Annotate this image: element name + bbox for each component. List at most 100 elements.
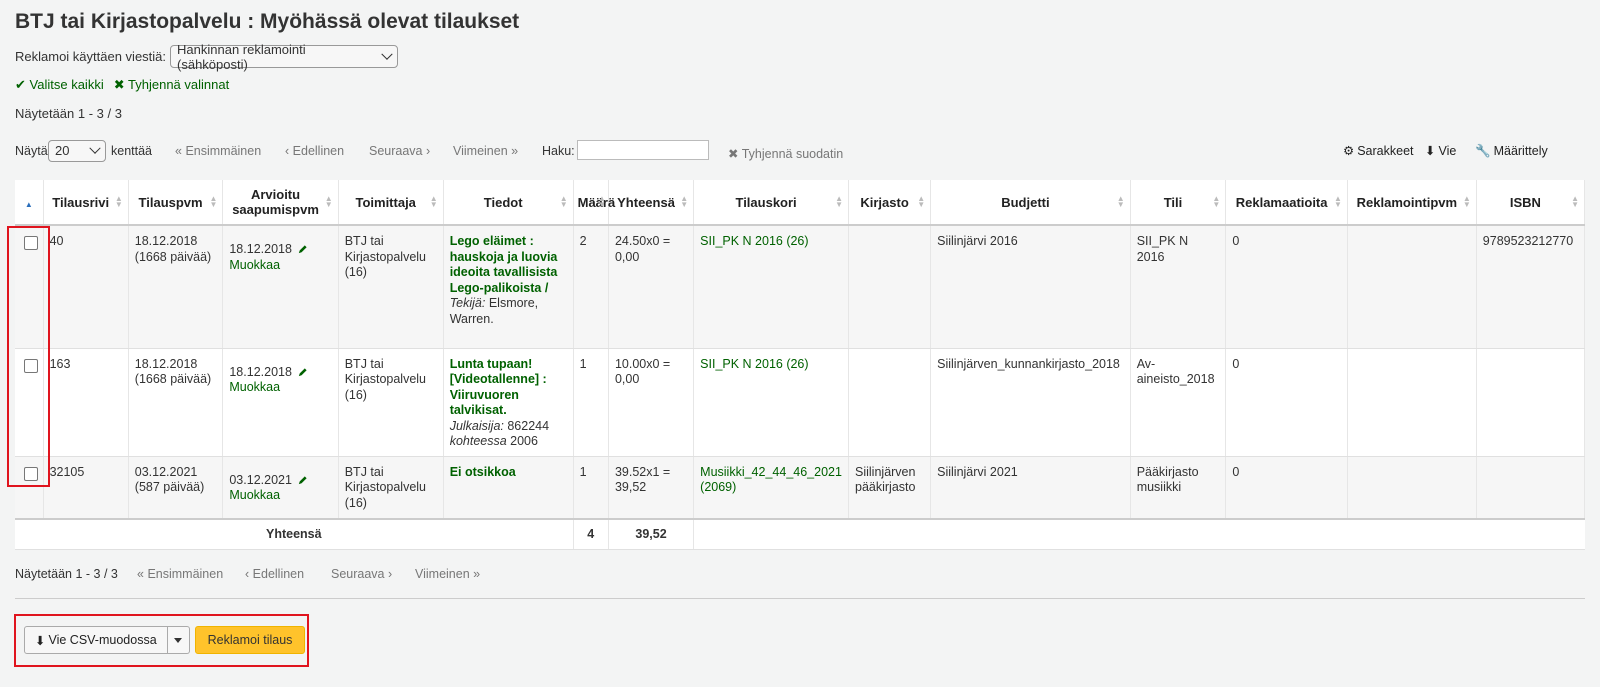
- details-cell: Ei otsikkoa: [443, 456, 574, 520]
- column-label: Tilauskori: [735, 194, 797, 210]
- select-all-link[interactable]: ✔ Valitse kaikki: [15, 77, 104, 93]
- column-label: Yhteensä: [617, 194, 675, 210]
- estimated-cell: 18.12.2018 Muokkaa: [222, 348, 339, 457]
- actions-highlight: [14, 614, 309, 667]
- pagination-first[interactable]: « Ensimmäinen: [175, 140, 261, 162]
- column-header[interactable]: Toimittaja ▲ ▼: [338, 180, 444, 226]
- claim-letter-value: Hankinnan reklamointi (sähköposti): [177, 41, 306, 72]
- author-label: Tekijä:: [449, 296, 486, 310]
- column-header[interactable]: Tilauskori ▲ ▼: [693, 180, 850, 226]
- vendor-cell: BTJ tai Kirjastopalvelu (16): [338, 456, 444, 520]
- column-header[interactable]: Budjetti ▲ ▼: [930, 180, 1131, 226]
- estimated-cell: 18.12.2018 Muokkaa: [222, 225, 339, 349]
- library-cell: Siilinjärven pääkirjasto: [848, 456, 932, 520]
- sort-icon: ▲ ▼: [1212, 194, 1221, 209]
- clear-filter-button[interactable]: ✖ Tyhjennä suodatin: [728, 143, 843, 165]
- footer-row: Yhteensä 4 39,52: [15, 518, 1585, 550]
- edit-estimated-link[interactable]: Muokkaa: [229, 258, 280, 272]
- page-title: BTJ tai Kirjastopalvelu : Myöhässä oleva…: [15, 10, 520, 33]
- title-link[interactable]: Lego eläimet : hauskoja ja luovia ideoit…: [450, 234, 558, 295]
- quantity-cell: 2: [573, 225, 609, 349]
- basket-link[interactable]: SII_PK N 2016 (26): [700, 234, 808, 248]
- pagination-next[interactable]: Seuraava ›: [331, 565, 392, 583]
- order-age: (587 päivää): [134, 480, 205, 494]
- table-row: 163 18.12.2018 (1668 päivää) 18.12.2018 M…: [15, 348, 1586, 457]
- basket-link[interactable]: SII_PK N 2016 (26): [700, 357, 808, 371]
- column-header[interactable]: Tilausrivi ▲ ▼: [43, 180, 129, 226]
- gear-icon: ⚙: [1343, 144, 1355, 158]
- isbn-cell: [1476, 348, 1586, 457]
- double-chevron-left-icon: «: [137, 567, 144, 581]
- select-column-header[interactable]: ▲: [15, 180, 44, 226]
- basket-link[interactable]: Musiikki_42_44_46_2021 (2069): [700, 465, 842, 495]
- pencil-icon[interactable]: [297, 475, 308, 486]
- pencil-icon[interactable]: [297, 244, 308, 255]
- basket-cell: SII_PK N 2016 (26): [693, 225, 850, 349]
- total-cell: 39.52x1 = 39,52: [608, 456, 695, 520]
- pagination-previous[interactable]: ‹ Edellinen: [285, 140, 344, 162]
- vendor-cell: BTJ tai Kirjastopalvelu (16): [338, 348, 444, 457]
- orderdate: 03.12.2021: [134, 464, 198, 479]
- header-row: ▲ Tilausrivi ▲ ▼ Tilauspvm ▲ ▼ Arvioitu saap…: [15, 180, 1586, 226]
- claim-letter-label: Reklamoi käyttäen viestiä:: [15, 49, 167, 64]
- pagination-previous[interactable]: ‹ Edellinen: [245, 565, 304, 583]
- download-icon: ⬇: [1425, 144, 1436, 158]
- title-link[interactable]: Lunta tupaan! [Videotallenne] : Viiruvuo…: [450, 357, 547, 418]
- table-toolbar: Näytä 20 kenttää « Ensimmäinen ‹ Edellin…: [15, 140, 1585, 166]
- quantity-cell: 1: [573, 348, 609, 457]
- sort-icon: ▲ ▼: [559, 194, 568, 209]
- place-value: 2006: [506, 434, 538, 448]
- column-header[interactable]: Kirjasto ▲ ▼: [848, 180, 932, 226]
- column-header[interactable]: Yhteensä ▲ ▼: [608, 180, 695, 226]
- check-icon: ✔: [15, 77, 26, 92]
- orderdate-cell: 03.12.2021 (587 päivää): [128, 456, 224, 520]
- columns-label: Sarakkeet: [1357, 144, 1414, 158]
- column-header[interactable]: Tiedot ▲ ▼: [443, 180, 574, 226]
- sort-icon: ▲ ▼: [1462, 194, 1471, 209]
- edit-estimated-link[interactable]: Muokkaa: [229, 380, 280, 394]
- clear-all-link[interactable]: ✖ Tyhjennä valinnat: [114, 77, 229, 93]
- export-button[interactable]: ⬇ Vie: [1425, 140, 1456, 162]
- claim-letter-select[interactable]: Hankinnan reklamointi (sähköposti): [170, 42, 399, 72]
- column-header[interactable]: Tili ▲ ▼: [1130, 180, 1227, 226]
- pagination-last[interactable]: Viimeinen »: [415, 565, 480, 583]
- pencil-icon[interactable]: [297, 367, 308, 378]
- footer-total: 39,52: [608, 518, 695, 550]
- column-header[interactable]: Arvioitu saapumispvm ▲ ▼: [222, 180, 339, 226]
- quantity-cell: 1: [573, 456, 609, 520]
- table-row: 40 18.12.2018 (1668 päivää) 18.12.2018 Mu…: [15, 225, 1586, 349]
- basket-cell: Musiikki_42_44_46_2021 (2069): [693, 456, 850, 520]
- column-header[interactable]: Tilauspvm ▲ ▼: [128, 180, 224, 226]
- column-header[interactable]: Määrä ▲ ▼: [573, 180, 615, 226]
- column-header[interactable]: Reklamointipvm ▲ ▼: [1347, 180, 1477, 226]
- pagination-next[interactable]: Seuraava ›: [369, 140, 430, 162]
- total-cell: 24.50x0 = 0,00: [608, 225, 695, 349]
- pagination-first[interactable]: « Ensimmäinen: [137, 565, 223, 583]
- page-size-value: 20: [55, 143, 70, 158]
- configure-button[interactable]: 🔧 Määrittely: [1475, 140, 1548, 162]
- total-cell: 10.00x0 = 0,00: [608, 348, 695, 457]
- edit-estimated-link[interactable]: Muokkaa: [229, 488, 280, 502]
- details-cell: Lunta tupaan! [Videotallenne] : Viiruvuo…: [443, 348, 574, 457]
- column-header[interactable]: Reklamaatioita ▲ ▼: [1225, 180, 1348, 226]
- vendor-cell: BTJ tai Kirjastopalvelu (16): [338, 225, 444, 349]
- publisher-label: Julkaisija:: [449, 418, 504, 433]
- fund-cell: Av-aineisto_2018: [1130, 348, 1227, 457]
- column-header[interactable]: ISBN ▲ ▼: [1476, 180, 1586, 226]
- claimdate-cell: [1347, 348, 1477, 457]
- sort-icon: ▲ ▼: [114, 194, 123, 209]
- export-label: Vie: [1438, 144, 1457, 158]
- pagination-first-label: Ensimmäinen: [185, 144, 262, 158]
- title-link[interactable]: Ei otsikkoa: [450, 465, 516, 479]
- close-icon: ✖: [113, 77, 125, 92]
- search-input[interactable]: [577, 140, 709, 160]
- entries-label: kenttää: [111, 144, 153, 158]
- clear-all-label: Tyhjennä valinnat: [128, 77, 230, 92]
- column-label: Tilauspvm: [138, 194, 203, 210]
- page-size-select[interactable]: 20: [48, 140, 106, 162]
- pagination-last[interactable]: Viimeinen »: [453, 140, 518, 162]
- claims-cell: 0: [1225, 225, 1348, 349]
- claimdate-cell: [1347, 456, 1477, 520]
- double-chevron-right-icon: »: [511, 144, 519, 158]
- columns-button[interactable]: ⚙ Sarakkeet: [1343, 140, 1414, 162]
